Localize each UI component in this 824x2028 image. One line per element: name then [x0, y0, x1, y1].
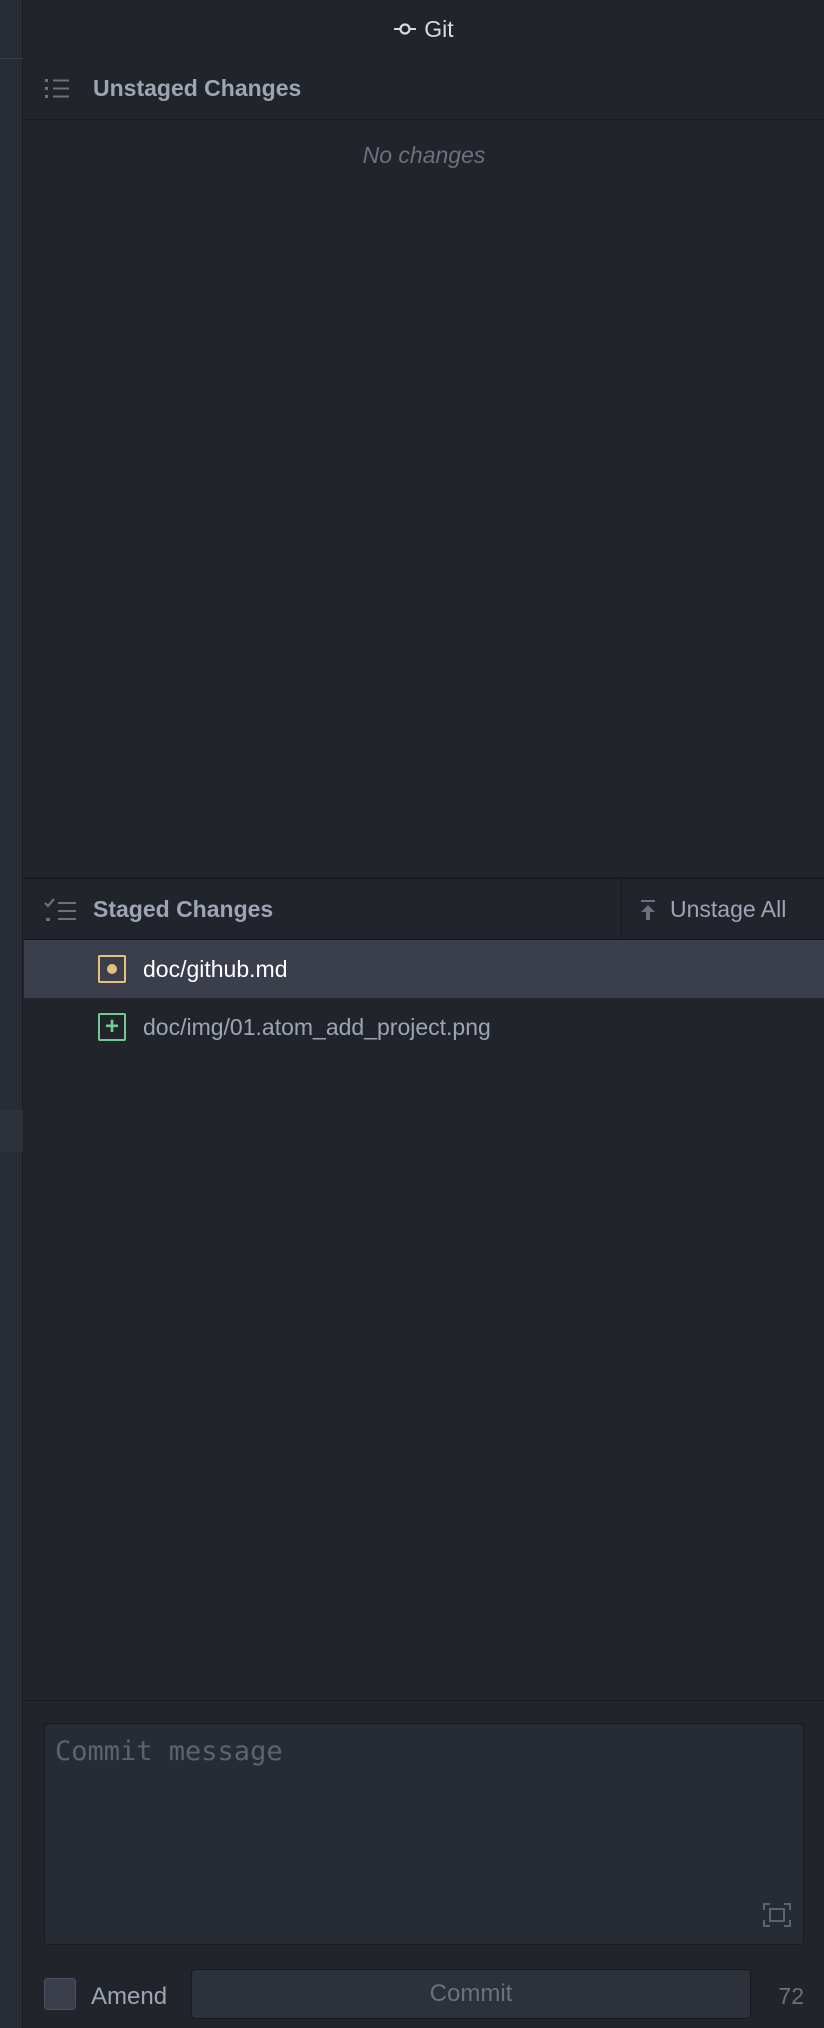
commit-message-input[interactable]	[45, 1724, 803, 1944]
unstage-all-button[interactable]: Unstage All	[621, 879, 824, 940]
move-up-icon	[640, 898, 656, 922]
file-name: doc/img/01.atom_add_project.png	[143, 1013, 491, 1040]
staged-changes-title: Staged Changes	[93, 895, 274, 922]
remaining-characters-count: 72	[778, 1983, 804, 2009]
no-changes-message: No changes	[362, 142, 486, 168]
list-unordered-icon	[44, 76, 70, 107]
staged-changes-header: Staged Changes Unstage All	[24, 878, 824, 940]
staged-file-row[interactable]: doc/github.md	[24, 940, 824, 998]
panel-title: Git	[424, 15, 454, 42]
unstaged-changes-title: Unstaged Changes	[93, 75, 302, 101]
gutter-highlight	[0, 1110, 23, 1152]
commit-message-box	[44, 1723, 804, 1945]
git-panel: Git Unstaged Changes No changes Staged C…	[24, 0, 824, 2028]
staged-file-row[interactable]: + doc/img/01.atom_add_project.png	[24, 998, 824, 1056]
amend-label[interactable]: Amend	[91, 1983, 167, 2011]
unstaged-changes-section: Unstaged Changes No changes	[24, 58, 824, 878]
gutter-divider	[0, 58, 23, 59]
panel-title-bar[interactable]: Git	[24, 0, 824, 58]
git-commit-icon	[394, 22, 417, 36]
commit-area: Amend Commit 72	[24, 1700, 824, 2028]
amend-checkbox[interactable]	[44, 1978, 76, 2010]
unstaged-changes-header: Unstaged Changes	[24, 58, 824, 120]
left-dock-edge	[0, 0, 23, 2028]
tasklist-icon	[44, 897, 78, 930]
modified-status-icon	[98, 955, 126, 983]
unstage-all-label: Unstage All	[670, 896, 787, 922]
file-name: doc/github.md	[143, 955, 288, 982]
commit-footer: Amend Commit 72	[44, 1969, 824, 2021]
added-status-icon: +	[98, 1013, 126, 1041]
commit-button[interactable]: Commit	[191, 1969, 751, 2019]
staged-file-list: doc/github.md + doc/img/01.atom_add_proj…	[24, 940, 824, 1056]
screen-full-icon[interactable]	[763, 1903, 791, 1932]
